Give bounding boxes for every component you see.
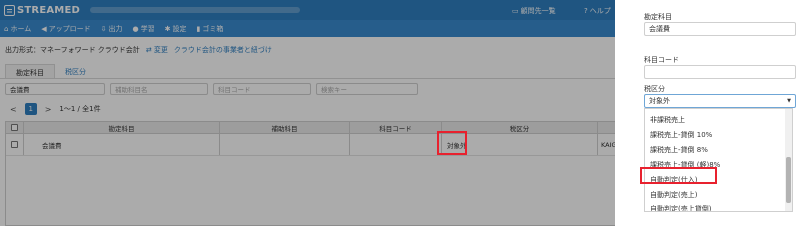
current-page-button[interactable]: 1 bbox=[24, 103, 37, 115]
filter-row: 会議費 補助科目名 科目コード 検索キー bbox=[5, 83, 418, 95]
tax-cell-highlight-box bbox=[437, 131, 467, 155]
nav-label: 学習 bbox=[140, 24, 155, 33]
panel-code-input[interactable] bbox=[644, 65, 796, 79]
nav-label: アップロード bbox=[48, 24, 91, 33]
dropdown-option[interactable]: 非課税売上 bbox=[645, 113, 785, 127]
account-table: 勘定科目 補助科目 科目コード 税区分 会議費 対象外 KAIGI bbox=[5, 121, 615, 226]
client-list-label: 顧問先一覧 bbox=[520, 7, 556, 15]
output-format-label: 出力形式：マネーフォワード クラウド会計 bbox=[5, 46, 140, 54]
code-filter-input[interactable]: 科目コード bbox=[213, 83, 311, 95]
row-extra: KAIGI bbox=[601, 140, 615, 149]
select-all-checkbox[interactable] bbox=[11, 124, 18, 131]
nav-item-learning[interactable]: ● 学習 bbox=[133, 24, 155, 34]
gear-icon: ✱ bbox=[164, 24, 171, 33]
nav-label: 設定 bbox=[172, 24, 187, 33]
trash-icon: ▮ bbox=[196, 24, 201, 33]
panel-account-input[interactable]: 会議費 bbox=[644, 22, 796, 36]
upload-icon: ◀ bbox=[41, 24, 47, 33]
nav-label: 出力 bbox=[108, 24, 123, 33]
prev-page-button[interactable]: < bbox=[10, 105, 17, 114]
tab-bar: 勘定科目 税区分 bbox=[5, 64, 96, 78]
client-list-link[interactable]: ▭ 顧問先一覧 bbox=[512, 6, 556, 16]
nav-label: ゴミ箱 bbox=[202, 24, 224, 33]
sub-account-filter-input[interactable]: 補助科目名 bbox=[110, 83, 208, 95]
dropdown-option[interactable]: 自動判定(売上) bbox=[645, 188, 785, 202]
panel-code-label: 科目コード bbox=[644, 56, 679, 64]
brand-logo[interactable]: STREAMED bbox=[4, 3, 80, 17]
header-code[interactable]: 科目コード bbox=[350, 122, 442, 133]
nav-item-settings[interactable]: ✱ 設定 bbox=[165, 24, 187, 34]
dropdown-option[interactable]: 自動判定(売上貸倒) bbox=[645, 202, 785, 211]
tax-dropdown-list: 非課税売上 課税売上-貸倒 10% 課税売上-貸倒 8% 課税売上-貸倒 (軽)… bbox=[644, 108, 793, 212]
dropdown-option[interactable]: 課税売上-貸倒 10% bbox=[645, 128, 785, 142]
tab-tax[interactable]: 税区分 bbox=[55, 64, 96, 78]
chevron-down-icon: ▼ bbox=[787, 98, 791, 104]
list-icon: ▭ bbox=[512, 7, 519, 15]
logo-mark-icon bbox=[4, 4, 15, 16]
output-format-line: 出力形式：マネーフォワード クラウド会計 ⇄ 変更 クラウド会計の事業者と紐づけ bbox=[5, 45, 272, 55]
help-link[interactable]: ? ヘルプ bbox=[584, 6, 611, 16]
row-code bbox=[350, 134, 442, 155]
blurred-company-name bbox=[90, 7, 300, 13]
dropdown-option[interactable]: 課税売上-貸倒 8% bbox=[645, 143, 785, 157]
row-checkbox[interactable] bbox=[11, 141, 18, 148]
pagination: < 1 > 1〜1 / 全1件 bbox=[10, 103, 101, 115]
brand-name: STREAMED bbox=[17, 4, 80, 16]
link-cloud-business-link[interactable]: クラウド会計の事業者と紐づけ bbox=[174, 45, 272, 55]
nav-item-trash[interactable]: ▮ ゴミ箱 bbox=[197, 24, 224, 34]
help-label: ヘルプ bbox=[589, 7, 611, 15]
nav-item-upload[interactable]: ◀ アップロード bbox=[41, 24, 90, 34]
header-account[interactable]: 勘定科目 bbox=[24, 122, 220, 133]
main-nav: ⌂ ホーム ◀ アップロード ⇩ 出力 ● 学習 ✱ 設定 ▮ ゴミ箱 bbox=[0, 20, 615, 37]
nav-item-home[interactable]: ⌂ ホーム bbox=[4, 24, 31, 34]
learning-icon: ● bbox=[132, 24, 139, 33]
app-window: STREAMED ▭ 顧問先一覧 ? ヘルプ ⌂ ホーム ◀ アップロード ⇩ … bbox=[0, 0, 615, 226]
dropdown-scrollbar[interactable] bbox=[785, 109, 792, 211]
question-icon: ? bbox=[584, 7, 588, 15]
download-icon: ⇩ bbox=[100, 24, 107, 33]
dropdown-scroll-thumb[interactable] bbox=[786, 157, 791, 203]
row-select-cell bbox=[6, 134, 24, 155]
table-header-row: 勘定科目 補助科目 科目コード 税区分 bbox=[6, 122, 615, 134]
panel-tax-label: 税区分 bbox=[644, 85, 665, 93]
tab-account[interactable]: 勘定科目 bbox=[5, 64, 55, 78]
tab-divider bbox=[0, 78, 615, 79]
change-format-link[interactable]: ⇄ 変更 bbox=[146, 45, 168, 55]
account-filter-input[interactable]: 会議費 bbox=[5, 83, 105, 95]
header-extra bbox=[598, 122, 615, 133]
panel-account-label: 勘定科目 bbox=[644, 13, 672, 21]
home-icon: ⌂ bbox=[4, 24, 9, 33]
edit-side-panel: 勘定科目 会議費 科目コード 税区分 対象外 ▼ 非課税売上 課税売上-貸倒 1… bbox=[615, 0, 800, 226]
tax-select-value: 対象外 bbox=[649, 97, 670, 105]
tax-category-select[interactable]: 対象外 ▼ bbox=[644, 94, 796, 108]
next-page-button[interactable]: > bbox=[45, 105, 52, 114]
nav-item-output[interactable]: ⇩ 出力 bbox=[101, 24, 123, 34]
row-sub-account bbox=[220, 134, 350, 155]
keyword-filter-input[interactable]: 検索キー bbox=[316, 83, 418, 95]
header-sub-account[interactable]: 補助科目 bbox=[220, 122, 350, 133]
row-account: 会議費 bbox=[24, 134, 220, 155]
top-header: STREAMED ▭ 顧問先一覧 ? ヘルプ bbox=[0, 0, 615, 20]
nav-label: ホーム bbox=[10, 24, 32, 33]
table-row[interactable]: 会議費 対象外 KAIGI bbox=[6, 134, 615, 156]
page-summary: 1〜1 / 全1件 bbox=[59, 105, 101, 113]
select-all-cell bbox=[6, 122, 24, 133]
option-highlight-box bbox=[640, 167, 717, 184]
